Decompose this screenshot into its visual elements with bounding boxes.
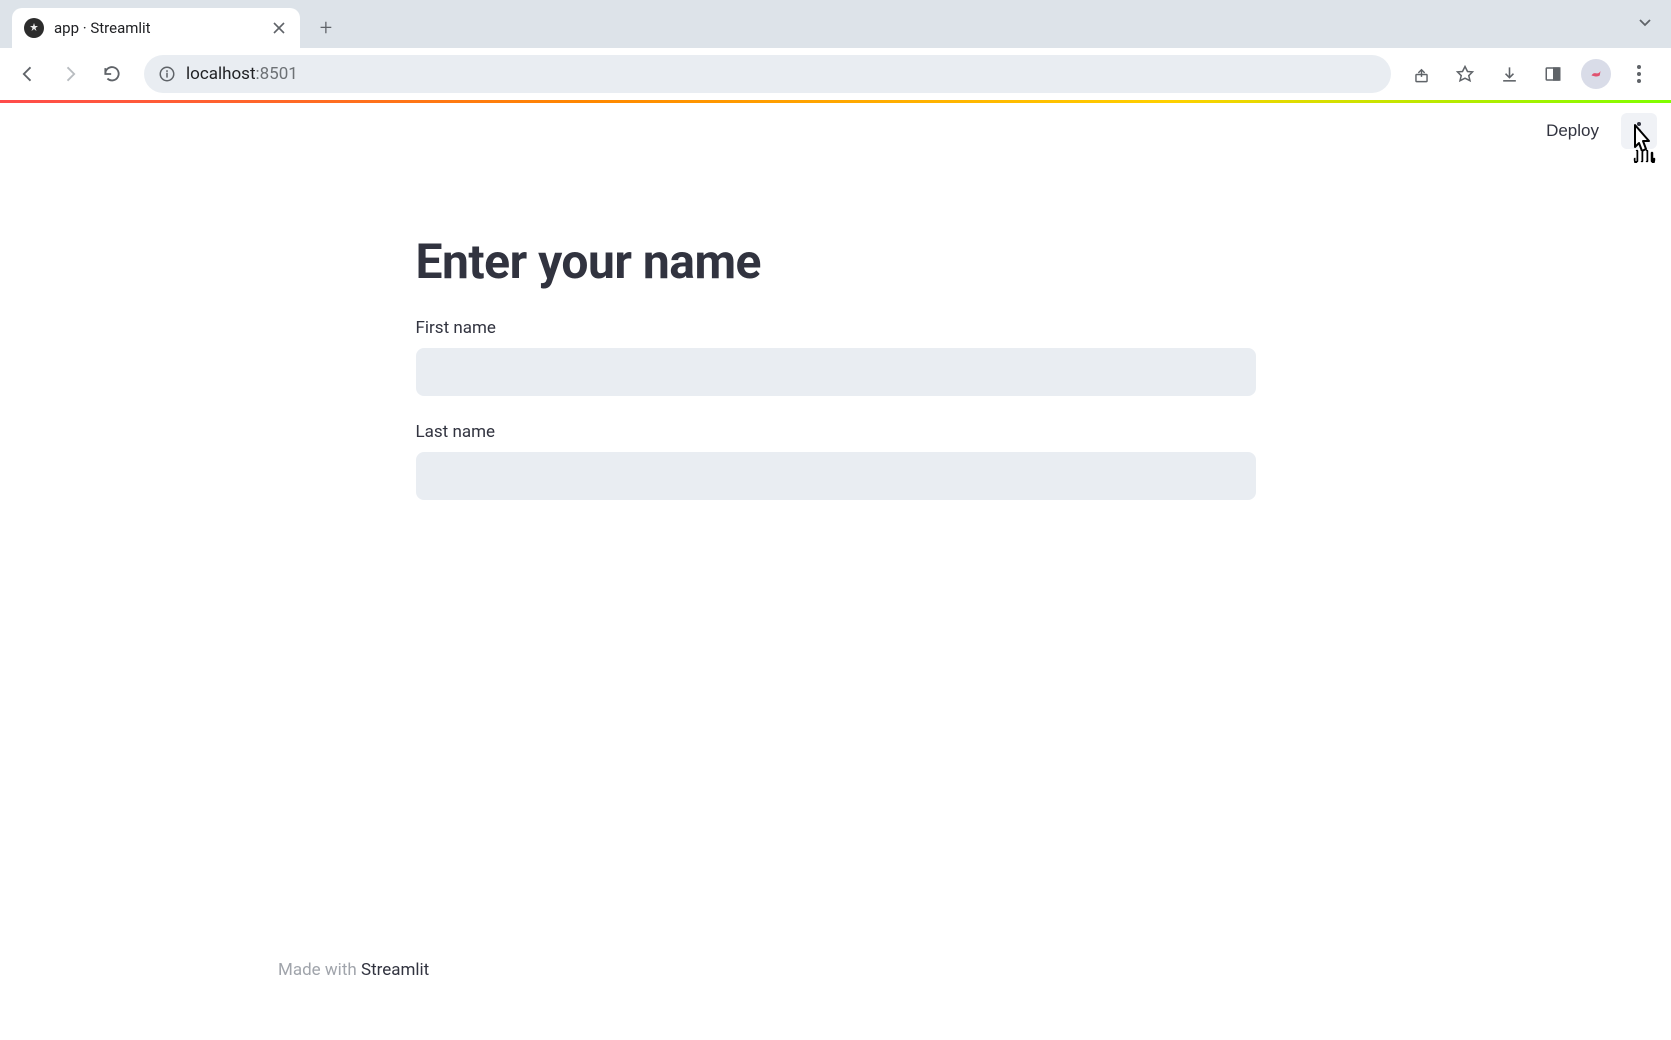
tab-title: app · Streamlit [54, 19, 260, 37]
url-text: localhost:8501 [186, 64, 298, 84]
page-title: Enter your name [416, 233, 1256, 290]
first-name-label: First name [416, 318, 1256, 338]
cursor-pointer-icon [1627, 121, 1665, 167]
form-group-last-name: Last name [416, 422, 1256, 500]
footer-prefix: Made with [278, 960, 361, 980]
tabs-dropdown-icon[interactable] [1637, 14, 1653, 34]
tab-favicon-icon [24, 18, 44, 38]
profile-avatar[interactable] [1581, 59, 1611, 89]
last-name-input[interactable] [416, 452, 1256, 500]
app-content: Enter your name First name Last name [416, 103, 1256, 500]
url-port: :8501 [256, 64, 298, 84]
back-button[interactable] [10, 56, 46, 92]
deploy-button[interactable]: Deploy [1532, 113, 1613, 149]
footer-brand[interactable]: Streamlit [361, 960, 429, 980]
nav-bar: localhost:8501 [0, 48, 1671, 100]
form-group-first-name: First name [416, 318, 1256, 396]
browser-tab[interactable]: app · Streamlit [12, 8, 300, 48]
url-host: localhost [186, 64, 256, 84]
tab-close-icon[interactable] [270, 19, 288, 37]
reload-button[interactable] [94, 56, 130, 92]
downloads-icon[interactable] [1493, 58, 1525, 90]
app-menu-button[interactable] [1621, 113, 1657, 149]
last-name-label: Last name [416, 422, 1256, 442]
app-container: Deploy [0, 103, 1671, 1040]
app-footer: Made with Streamlit [278, 960, 429, 980]
bookmark-star-icon[interactable] [1449, 58, 1481, 90]
toolbar-icons [1405, 58, 1661, 90]
more-vert-icon [1637, 122, 1641, 140]
forward-button[interactable] [52, 56, 88, 92]
tab-bar: app · Streamlit + [0, 0, 1671, 48]
first-name-input[interactable] [416, 348, 1256, 396]
app-header: Deploy [1532, 103, 1671, 159]
browser-menu-icon[interactable] [1623, 58, 1655, 90]
browser-chrome: app · Streamlit + [0, 0, 1671, 100]
panel-icon[interactable] [1537, 58, 1569, 90]
address-bar[interactable]: localhost:8501 [144, 55, 1391, 93]
site-info-icon[interactable] [158, 65, 176, 83]
new-tab-button[interactable]: + [310, 12, 342, 44]
share-icon[interactable] [1405, 58, 1437, 90]
